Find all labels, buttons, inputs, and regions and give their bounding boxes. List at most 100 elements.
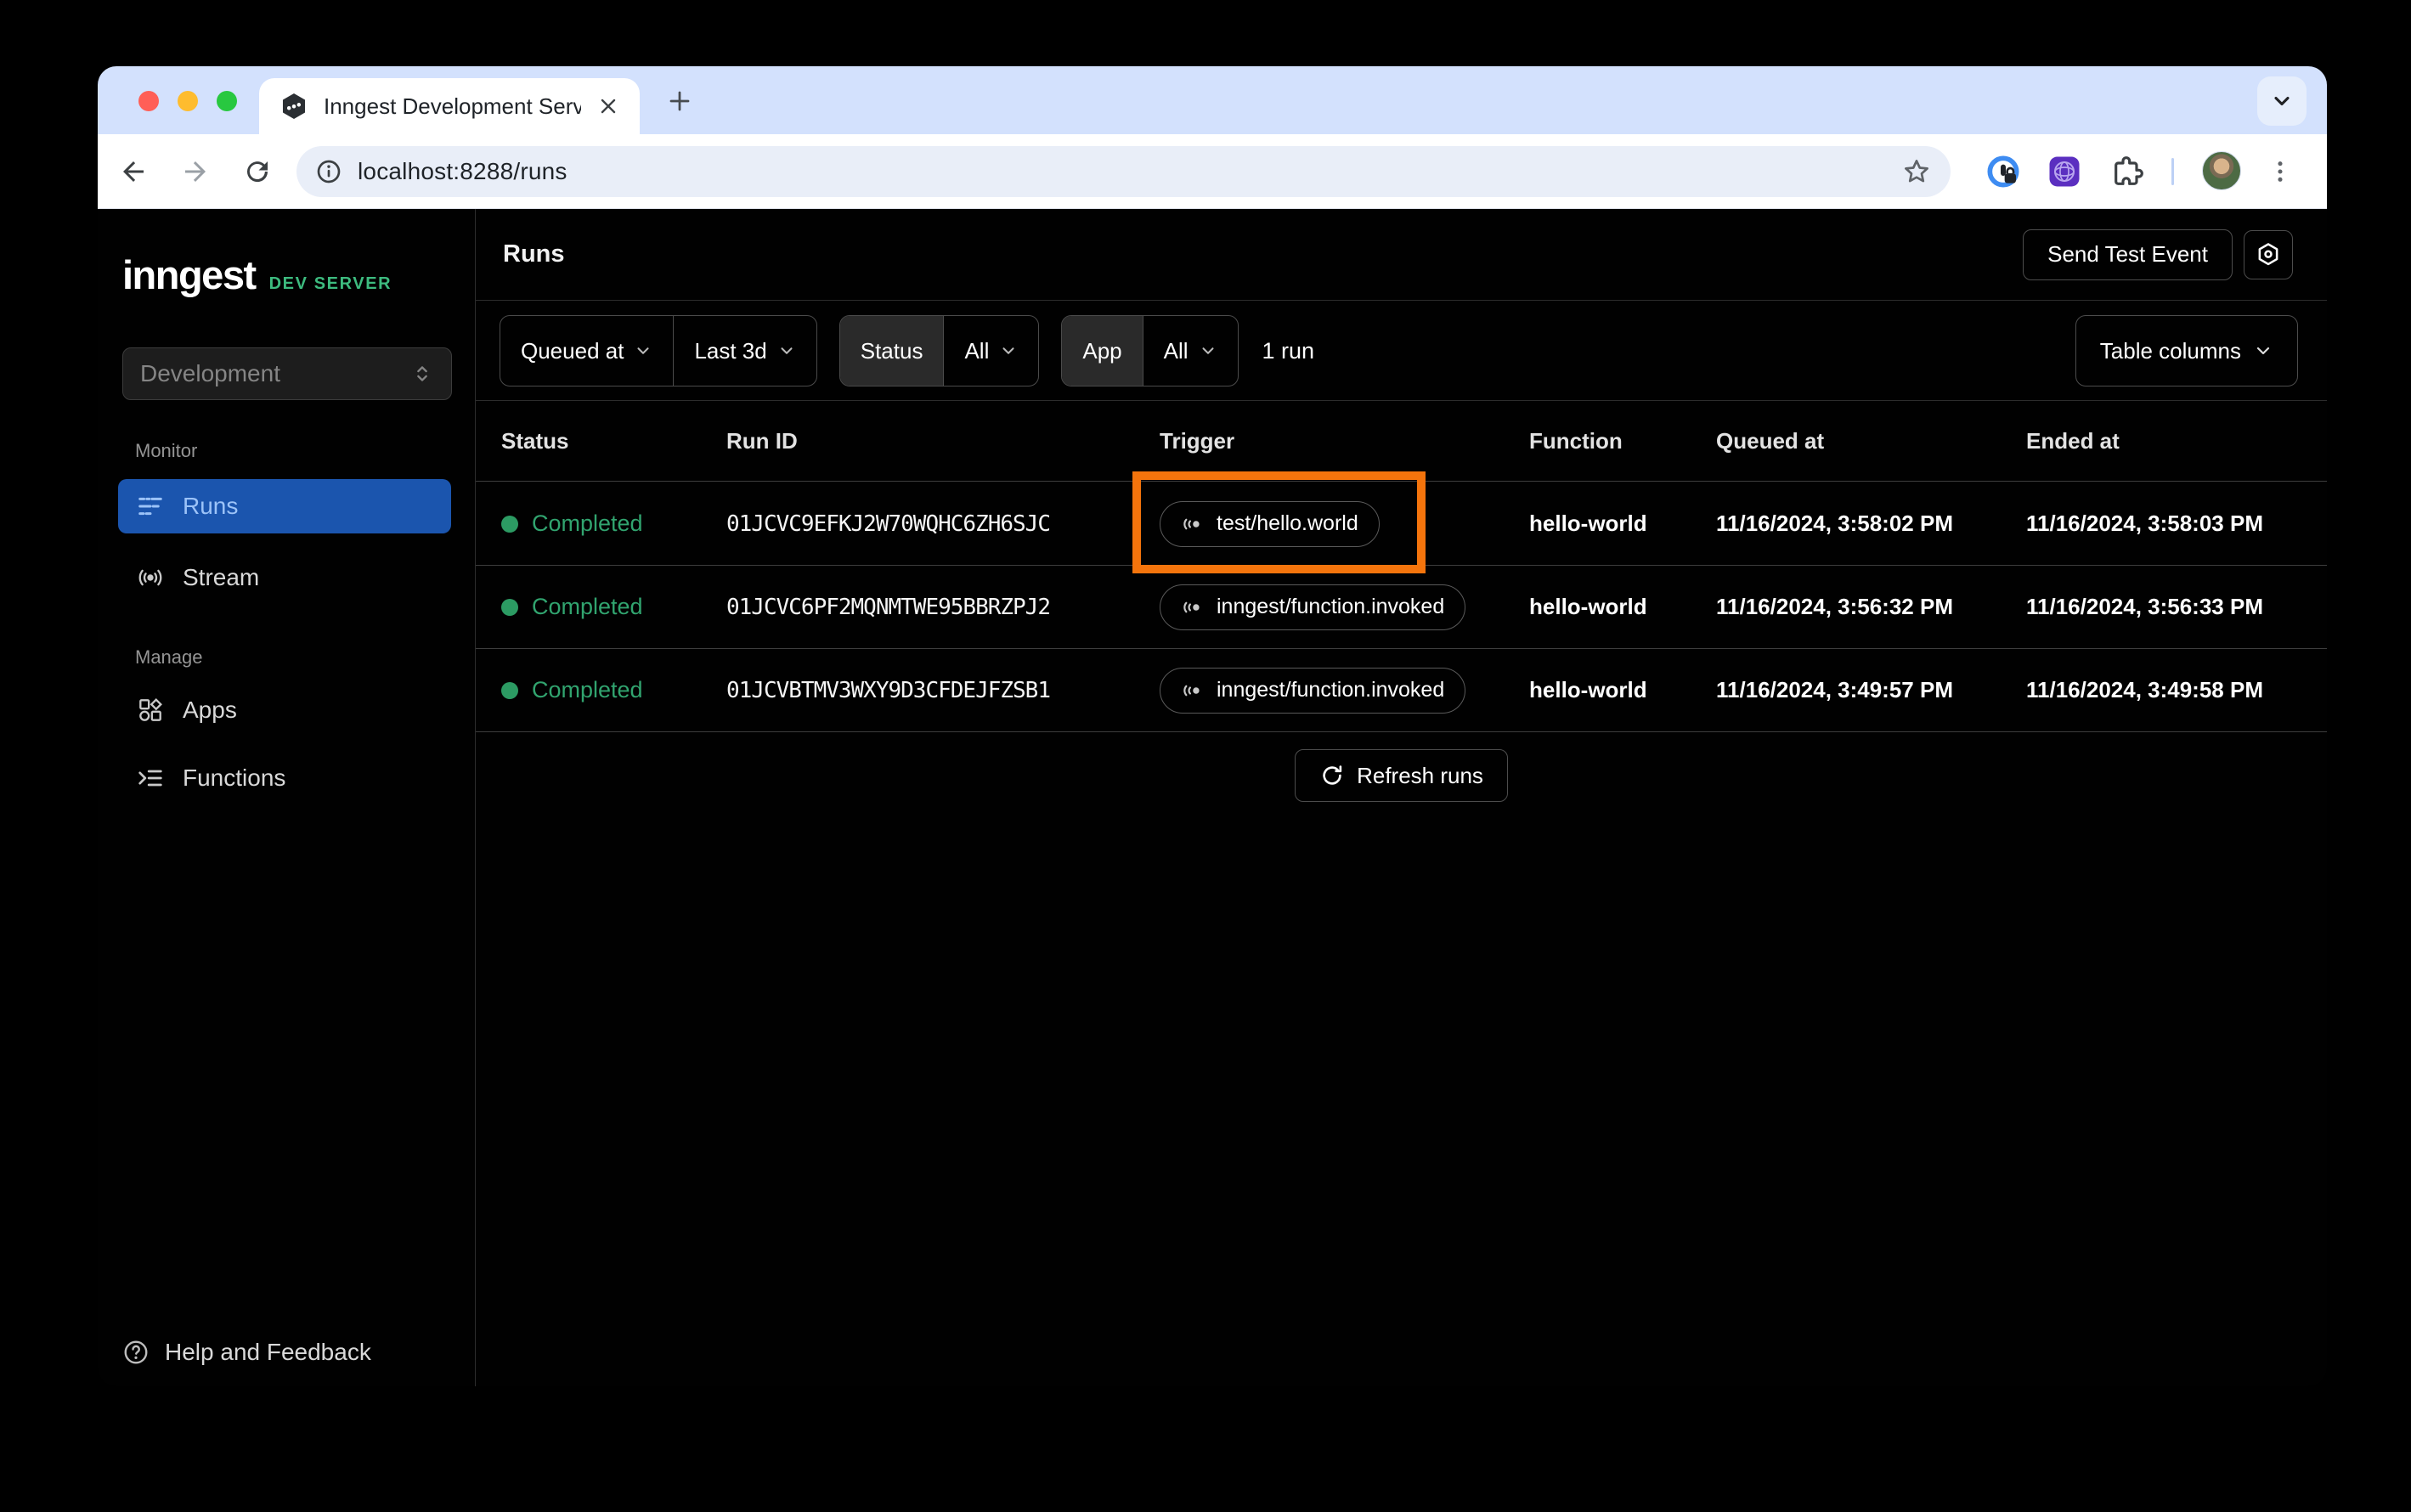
forward-icon[interactable] [180,156,211,187]
refresh-runs-button[interactable]: Refresh runs [1295,749,1508,802]
function-cell[interactable]: hello-world [1529,677,1716,703]
close-window-button[interactable] [138,91,159,111]
status-filter-dropdown[interactable]: All [943,316,1038,386]
table-row[interactable]: Completed 01JCVC9EFKJ2W70WQHC6ZH6SJC tes… [476,482,2327,566]
queued-at-cell: 11/16/2024, 3:58:02 PM [1716,511,1953,536]
extensions-puzzle-icon[interactable] [2110,155,2144,189]
table-row[interactable]: Completed 01JCVBTMV3WXY9D3CFDEJFZSB1 inn… [476,649,2327,732]
sphere-extension-icon[interactable] [2047,155,2081,189]
refresh-icon [1323,765,1342,785]
profile-avatar[interactable] [2202,151,2241,190]
sidebar-item-runs[interactable]: Runs [118,479,451,533]
status-dot-icon [501,515,518,533]
column-header-run-id[interactable]: Run ID [726,428,1160,454]
sidebar: inngest DEV SERVER Development Monitor R… [98,209,476,1386]
address-bar[interactable]: localhost:8288/runs [296,146,1951,197]
function-cell[interactable]: hello-world [1529,511,1716,537]
maximize-window-button[interactable] [217,91,237,111]
site-info-icon[interactable] [315,158,342,185]
queued-at-cell: 11/16/2024, 3:49:57 PM [1716,677,1953,702]
column-header-trigger[interactable]: Trigger [1160,428,1529,454]
browser-toolbar: localhost:8288/runs [98,134,2327,209]
run-count: 1 run [1262,337,1315,364]
queued-at-cell: 11/16/2024, 3:56:32 PM [1716,594,1953,619]
status-cell: Completed [501,511,726,537]
sidebar-item-label: Stream [183,564,260,590]
app-filter-label: App [1062,316,1143,386]
environment-select[interactable]: Development [122,347,452,400]
back-icon[interactable] [118,156,149,187]
refresh-runs-label: Refresh runs [1357,762,1483,788]
table-columns-button[interactable]: Table columns [2075,315,2298,386]
sidebar-item-functions[interactable]: Functions [118,751,451,805]
app-filter-value: All [1163,337,1189,364]
ended-at-cell: 11/16/2024, 3:58:03 PM [2026,511,2263,536]
bookmark-star-icon[interactable] [1901,156,1932,187]
status-filter-value: All [964,337,990,364]
chevron-down-icon [781,347,793,354]
column-header-ended-at[interactable]: Ended at [2026,428,2327,454]
refresh-runs-container: Refresh runs [476,749,2327,802]
table-row[interactable]: Completed 01JCVC6PF2MQNMTWE95BBRZPJ2 inn… [476,566,2327,649]
sidebar-item-label: Functions [183,764,286,791]
window-controls [138,91,237,111]
app-filter-dropdown[interactable]: All [1142,316,1238,386]
time-range-value: Last 3d [694,337,767,364]
help-question-icon [124,1340,148,1364]
status-cell: Completed [501,594,726,620]
send-test-event-button[interactable]: Send Test Event [2023,228,2233,280]
browser-window: Inngest Development Server localhost:828… [98,66,2327,1386]
logo-wordmark: inngest [122,252,257,297]
help-and-feedback[interactable]: Help and Feedback [122,1339,371,1366]
table-header-row: Status Run ID Trigger Function Queued at… [476,402,2327,482]
password-manager-extension-icon[interactable] [1986,155,2020,189]
trigger-cell: test/hello.world [1160,500,1529,547]
trigger-badge[interactable]: inngest/function.invoked [1160,584,1466,630]
ended-at-cell: 11/16/2024, 3:49:58 PM [2026,677,2263,702]
run-id-cell[interactable]: 01JCVC9EFKJ2W70WQHC6ZH6SJC [726,511,1160,537]
status-dot-icon [501,681,518,699]
minimize-window-button[interactable] [178,91,198,111]
column-header-function[interactable]: Function [1529,428,1716,454]
event-signal-icon [1183,685,1200,696]
time-filter-group: Queued at Last 3d [500,315,817,386]
apps-blocks-icon [139,698,162,721]
run-id-cell[interactable]: 01JCVC6PF2MQNMTWE95BBRZPJ2 [726,595,1160,620]
run-id-cell[interactable]: 01JCVBTMV3WXY9D3CFDEJFZSB1 [726,678,1160,703]
function-cell[interactable]: hello-world [1529,594,1716,620]
sidebar-item-label: Apps [183,697,237,723]
stream-broadcast-icon [138,569,162,586]
section-manage-label: Manage [135,646,203,668]
header-actions: Send Test Event [2023,228,2293,280]
inngest-app: inngest DEV SERVER Development Monitor R… [98,209,2327,1386]
app-filter-group: App All [1061,315,1239,386]
tab-close-icon[interactable] [596,93,621,120]
column-header-status[interactable]: Status [501,428,726,454]
chevron-down-icon [1202,347,1214,354]
column-header-queued-at[interactable]: Queued at [1716,428,2026,454]
trigger-name: inngest/function.invoked [1217,678,1445,702]
toolbar-divider [2171,158,2174,185]
browser-menu-kebab-icon[interactable] [2267,156,2294,187]
chevron-down-icon [1002,347,1014,354]
sidebar-item-apps[interactable]: Apps [118,683,451,737]
page-header: Runs Send Test Event [476,209,2327,301]
environment-select-value: Development [140,360,280,386]
settings-button[interactable] [2244,229,2293,279]
chevron-down-icon [2256,347,2270,355]
time-field-dropdown[interactable]: Queued at [500,316,673,386]
sidebar-item-stream[interactable]: Stream [118,550,451,605]
new-tab-button[interactable] [660,82,699,121]
time-range-dropdown[interactable]: Last 3d [673,316,816,386]
browser-tab[interactable]: Inngest Development Server [259,78,640,134]
tab-search-chevron-icon[interactable] [2257,76,2307,126]
runs-page: Runs Send Test Event Queued at Last 3d S… [476,209,2327,1386]
tab-strip: Inngest Development Server [98,66,2327,134]
trigger-cell: inngest/function.invoked [1160,667,1529,714]
url-text: localhost:8288/runs [358,158,567,184]
trigger-badge[interactable]: test/hello.world [1160,500,1380,547]
reload-icon[interactable] [242,156,273,187]
trigger-badge[interactable]: inngest/function.invoked [1160,667,1466,714]
page-title: Runs [503,240,565,268]
table-body: Completed 01JCVC9EFKJ2W70WQHC6ZH6SJC tes… [476,482,2327,732]
